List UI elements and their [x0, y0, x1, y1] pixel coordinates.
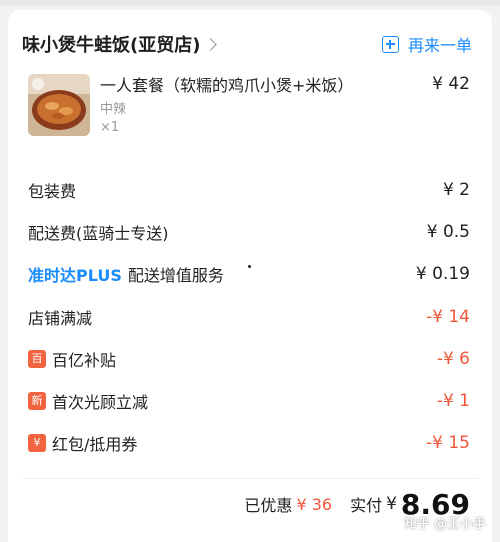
discount-amount: -¥ 1: [436, 391, 470, 411]
fee-label: 配送增值服务: [127, 266, 224, 285]
discount-label: 红包/抵用券: [52, 435, 138, 454]
saved-label: 已优惠: [244, 496, 293, 515]
chevron-right-icon[interactable]: [204, 37, 218, 51]
plus-square-icon[interactable]: [381, 35, 399, 53]
reorder-label[interactable]: 再来一单: [408, 32, 472, 56]
reorder-button[interactable]: 再来一单: [381, 30, 472, 58]
saved-amount: ¥ 36: [296, 494, 333, 514]
item-name: 一人套餐（软糯的鸡爪小煲+米饭）: [100, 76, 354, 95]
fee-amount: ¥ 0.19: [415, 264, 470, 284]
shop-name[interactable]: 味小煲牛蛙饭(亚贸店): [22, 31, 200, 57]
fee-row-delivery: 配送费(蓝骑士专送) ¥ 0.5: [28, 217, 470, 247]
discount-row-first-visit: 新 首次光顾立减 -¥ 1: [28, 386, 470, 416]
item-thumbnail[interactable]: [28, 74, 90, 136]
fee-amount: ¥ 0.5: [426, 222, 470, 242]
item-quantity: ×1: [100, 120, 120, 135]
item-price: ¥ 42: [432, 74, 470, 94]
paid-currency: ¥: [386, 494, 397, 514]
discount-label: 店铺满减: [28, 309, 93, 328]
fee-label: 配送费(蓝骑士专送): [28, 224, 169, 243]
discount-amount: -¥ 14: [426, 307, 470, 327]
fee-row-packaging: 包装费 ¥ 2: [28, 175, 470, 205]
ontime-plus-brand[interactable]: 准时达PLUS: [28, 262, 122, 286]
stray-dot: [248, 265, 251, 268]
discount-row-coupon: ¥ 红包/抵用券 -¥ 15: [28, 428, 470, 458]
paid-label: 实付: [350, 496, 383, 515]
food-image: [28, 74, 90, 136]
new-badge-icon: 新: [28, 392, 46, 410]
discount-row-shop: 店铺满减 -¥ 14: [28, 302, 470, 332]
summary-divider: [22, 478, 478, 479]
fee-amount: ¥ 2: [442, 180, 470, 200]
subsidy-badge-icon: 百: [28, 350, 46, 368]
item-spec: 中辣: [100, 102, 127, 117]
top-strip: [0, 0, 500, 6]
discount-amount: -¥ 15: [426, 433, 470, 453]
fee-row-ontime[interactable]: 准时达PLUS 配送增值服务 ¥ 0.19: [28, 259, 470, 289]
discount-row-subsidy: 百 百亿补贴 -¥ 6: [28, 344, 470, 374]
discount-amount: -¥ 6: [436, 349, 470, 369]
coupon-badge-icon: ¥: [28, 434, 46, 452]
watermark: 知乎 @王小手: [403, 517, 486, 532]
shop-header[interactable]: 味小煲牛蛙饭(亚贸店): [22, 30, 218, 58]
discount-label: 百亿补贴: [52, 351, 117, 370]
discount-label: 首次光顾立减: [52, 393, 149, 412]
fee-label: 包装费: [28, 182, 77, 201]
